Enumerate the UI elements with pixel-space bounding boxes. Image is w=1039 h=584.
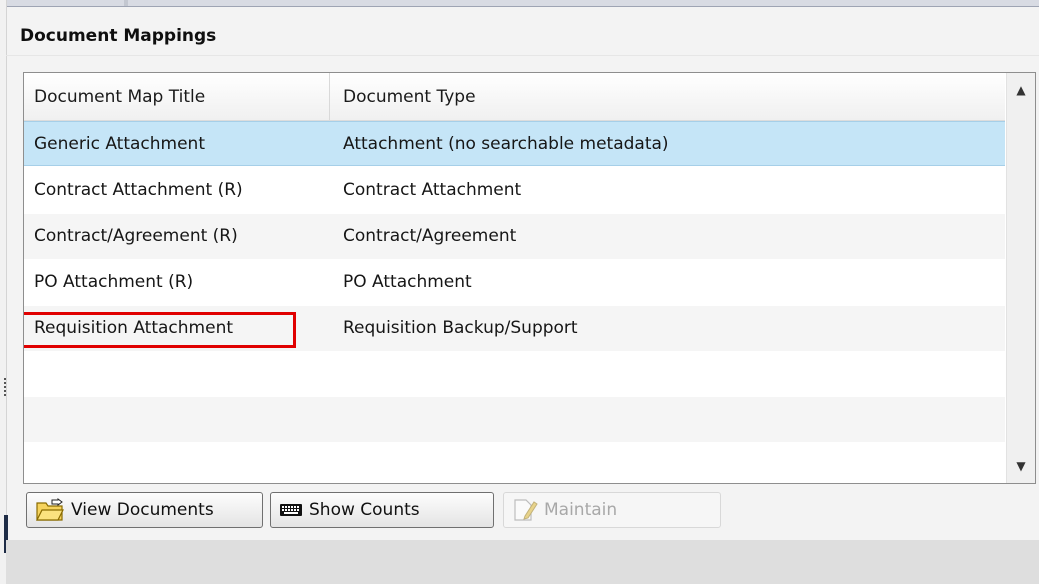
table-row[interactable]: Contract Attachment (R) Contract Attachm… [24,168,1005,213]
folder-open-icon [35,498,65,522]
column-header-map-title[interactable]: Document Map Title [34,87,205,107]
cell-document-type: Contract/Agreement [343,226,517,246]
cell-document-type: PO Attachment [343,272,472,292]
table-row[interactable]: PO Attachment (R) PO Attachment [24,260,1005,305]
document-mappings-window: Document Mappings Document Map Title Doc… [0,0,1039,584]
triangle-down-icon[interactable]: ▼ [1007,453,1035,479]
column-separator[interactable] [329,73,330,120]
edit-document-icon [512,498,538,522]
splitter-grip[interactable] [124,0,128,6]
divider [6,55,1039,56]
empty-row [24,352,1005,397]
table-row[interactable]: Generic Attachment Attachment (no search… [24,121,1005,166]
column-header-document-type[interactable]: Document Type [343,87,476,107]
highlight-box [24,312,296,348]
maintain-button[interactable]: Maintain [503,492,721,528]
cell-document-type: Contract Attachment [343,180,522,200]
show-counts-button[interactable]: Show Counts [270,492,494,528]
left-pane-edge [0,0,8,584]
triangle-up-icon[interactable]: ▲ [1007,77,1035,103]
cell-map-title: PO Attachment (R) [34,272,194,292]
cell-document-type: Attachment (no searchable metadata) [343,134,669,154]
view-documents-button[interactable]: View Documents [26,492,263,528]
cell-map-title: Contract/Agreement (R) [34,226,238,246]
splitter-dots[interactable] [4,378,6,398]
table-row[interactable]: Requisition Attachment Requisition Backu… [24,306,1005,351]
grid-header: Document Map Title Document Type [24,73,1005,121]
cell-document-type: Requisition Backup/Support [343,318,578,338]
vertical-scrollbar[interactable]: ▲ ▼ [1006,73,1035,483]
document-mappings-grid[interactable]: Document Map Title Document Type Generic… [23,72,1036,484]
empty-row [24,443,1005,483]
view-documents-label: View Documents [71,500,214,520]
keyboard-icon [279,502,303,518]
cell-map-title: Contract Attachment (R) [34,180,243,200]
table-row[interactable]: Contract/Agreement (R) Contract/Agreemen… [24,214,1005,259]
cell-map-title: Generic Attachment [34,134,205,154]
empty-row [24,397,1005,442]
maintain-label: Maintain [544,500,618,520]
top-splitter[interactable] [0,0,1039,7]
status-area [6,540,1039,584]
show-counts-label: Show Counts [309,500,420,520]
panel-title: Document Mappings [20,26,217,46]
